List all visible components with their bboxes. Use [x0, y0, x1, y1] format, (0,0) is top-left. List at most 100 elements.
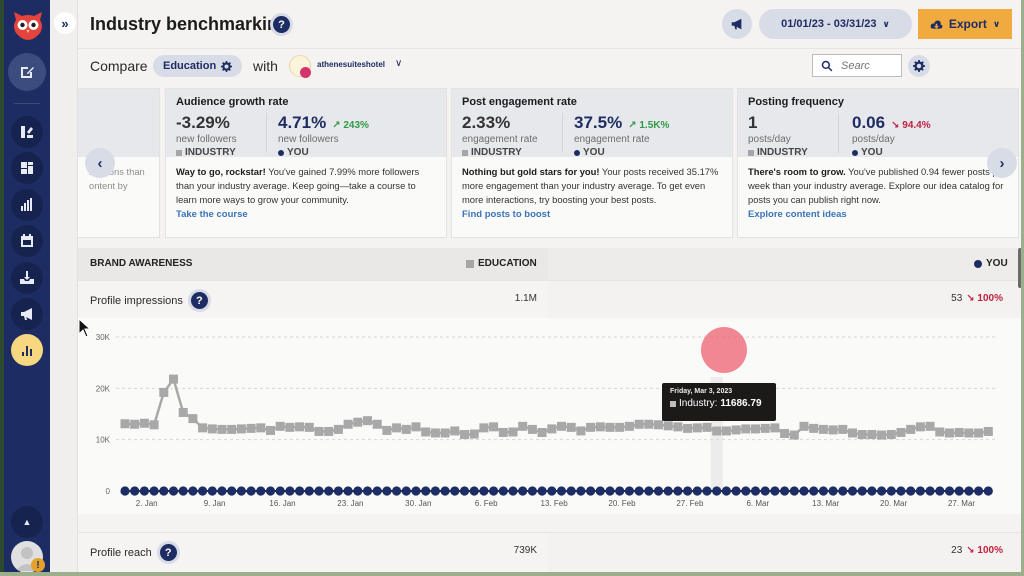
industry-data-point [518, 421, 528, 431]
industry-data-point [246, 423, 256, 433]
search-icon [821, 60, 833, 71]
you-data-point [372, 486, 382, 496]
window-edge [0, 572, 1024, 576]
industry-data-point [945, 428, 954, 438]
industry-data-point [421, 427, 431, 437]
expand-nav-button[interactable]: » [54, 12, 76, 34]
industry-data-point [198, 423, 208, 433]
industry-data-point [605, 422, 615, 432]
you-data-point [605, 486, 615, 496]
you-data-point [731, 486, 741, 496]
chevron-down-icon: ∨ [882, 18, 890, 29]
card-text: ontent by [89, 180, 128, 191]
you-data-point [217, 486, 227, 496]
metric-row-profile-impressions[interactable]: Profile impressions? 1.1M 53 ↘ 100% [78, 280, 1024, 318]
change-badge: ↗ 1.5K% [628, 120, 670, 131]
industry-data-point [120, 419, 130, 429]
industry-data-point [460, 430, 469, 440]
you-data-point [479, 486, 489, 496]
you-data-point [498, 486, 508, 496]
x-tick-label: 20. Feb [608, 499, 636, 508]
sidebar-item-analytics[interactable] [11, 189, 43, 221]
you-legend-icon [574, 149, 580, 156]
industry-selector[interactable]: Education [153, 55, 243, 77]
you-legend-icon [852, 149, 858, 156]
industry-legend-icon [670, 400, 676, 407]
you-data-point [324, 486, 334, 496]
dashboard-icon [21, 162, 33, 174]
sidebar-item-compose[interactable] [8, 53, 46, 91]
help-icon[interactable]: ? [159, 544, 177, 561]
sidebar-item-calendar[interactable] [11, 225, 43, 257]
industry-data-point [430, 428, 440, 438]
owl-logo-icon[interactable] [10, 6, 46, 42]
search-field[interactable] [812, 54, 902, 77]
y-tick-label: 20K [96, 384, 111, 393]
you-data-point [149, 486, 159, 496]
explore-ideas-link[interactable]: Explore content ideas [748, 208, 1008, 222]
help-icon[interactable]: ? [273, 16, 290, 33]
industry-data-point [295, 422, 305, 432]
export-button[interactable]: Export ∨ [918, 9, 1012, 39]
sidebar-item-inbox[interactable] [11, 262, 43, 294]
you-data-point [547, 486, 557, 496]
industry-data-point [838, 424, 848, 434]
you-data-point [130, 486, 140, 496]
find-posts-link[interactable]: Find posts to boost [462, 208, 722, 222]
you-data-point [207, 486, 217, 496]
account-selector[interactable]: athenesuiteshotel [317, 60, 385, 69]
industry-data-point [809, 423, 819, 433]
industry-data-point [906, 424, 916, 434]
you-sub: engagement rate [574, 134, 650, 145]
you-data-point [411, 486, 421, 496]
industry-data-point [285, 422, 295, 432]
you-data-point [896, 486, 906, 496]
you-data-point [653, 486, 664, 496]
you-data-point [198, 486, 208, 496]
you-value: 0.06 [852, 113, 886, 132]
announcements-button[interactable] [722, 9, 752, 39]
you-data-point [624, 486, 635, 496]
main-content: Industry benchmarking ? 01/01/23 - 03/31… [78, 0, 1024, 576]
settings-button[interactable] [908, 55, 930, 77]
x-tick-label: 16. Jan [269, 499, 295, 508]
industry-data-point [450, 426, 460, 436]
help-icon[interactable]: ? [190, 292, 208, 309]
you-data-point [353, 486, 363, 496]
industry-data-point [780, 429, 790, 439]
you-data-point [847, 486, 858, 496]
sidebar-item-streams[interactable] [11, 116, 43, 148]
chevron-down-icon[interactable]: ∨ [395, 58, 402, 69]
industry-data-point [382, 425, 392, 435]
industry-data-point [828, 425, 838, 435]
you-data-point [246, 486, 256, 496]
industry-data-point [760, 423, 770, 433]
you-value: 37.5% [574, 113, 623, 132]
you-data-point [770, 486, 780, 496]
you-data-point [595, 486, 605, 496]
you-data-point [178, 486, 188, 496]
industry-metric-value: 1.1M [514, 293, 537, 304]
x-tick-label: 27. Mar [948, 499, 975, 508]
industry-data-point [848, 428, 857, 438]
search-input[interactable] [841, 59, 891, 72]
you-label: YOU [287, 147, 309, 158]
you-data-point [459, 486, 470, 496]
metric-row-profile-reach[interactable]: Profile reach? 739K 23 ↘ 100% [78, 532, 1024, 576]
industry-sub: new followers [176, 134, 237, 145]
page-title: Industry benchmarking [90, 14, 290, 34]
industry-data-point [333, 424, 343, 434]
you-data-point [421, 486, 431, 496]
industry-data-point [683, 423, 693, 433]
date-range-picker[interactable]: 01/01/23 - 03/31/23 ∨ [759, 9, 912, 39]
card-title: Posting frequency [748, 96, 844, 108]
industry-data-point [139, 418, 149, 428]
carousel-next-button[interactable]: › [987, 148, 1017, 178]
collapse-up-button[interactable]: ▲ [11, 506, 43, 538]
sidebar-item-benchmarking[interactable] [11, 334, 43, 366]
carousel-prev-button[interactable]: ‹ [85, 148, 115, 178]
sidebar-item-advertise[interactable] [11, 298, 43, 330]
take-course-link[interactable]: Take the course [176, 208, 436, 222]
you-data-point [692, 486, 702, 496]
sidebar-item-dashboard[interactable] [11, 152, 43, 184]
